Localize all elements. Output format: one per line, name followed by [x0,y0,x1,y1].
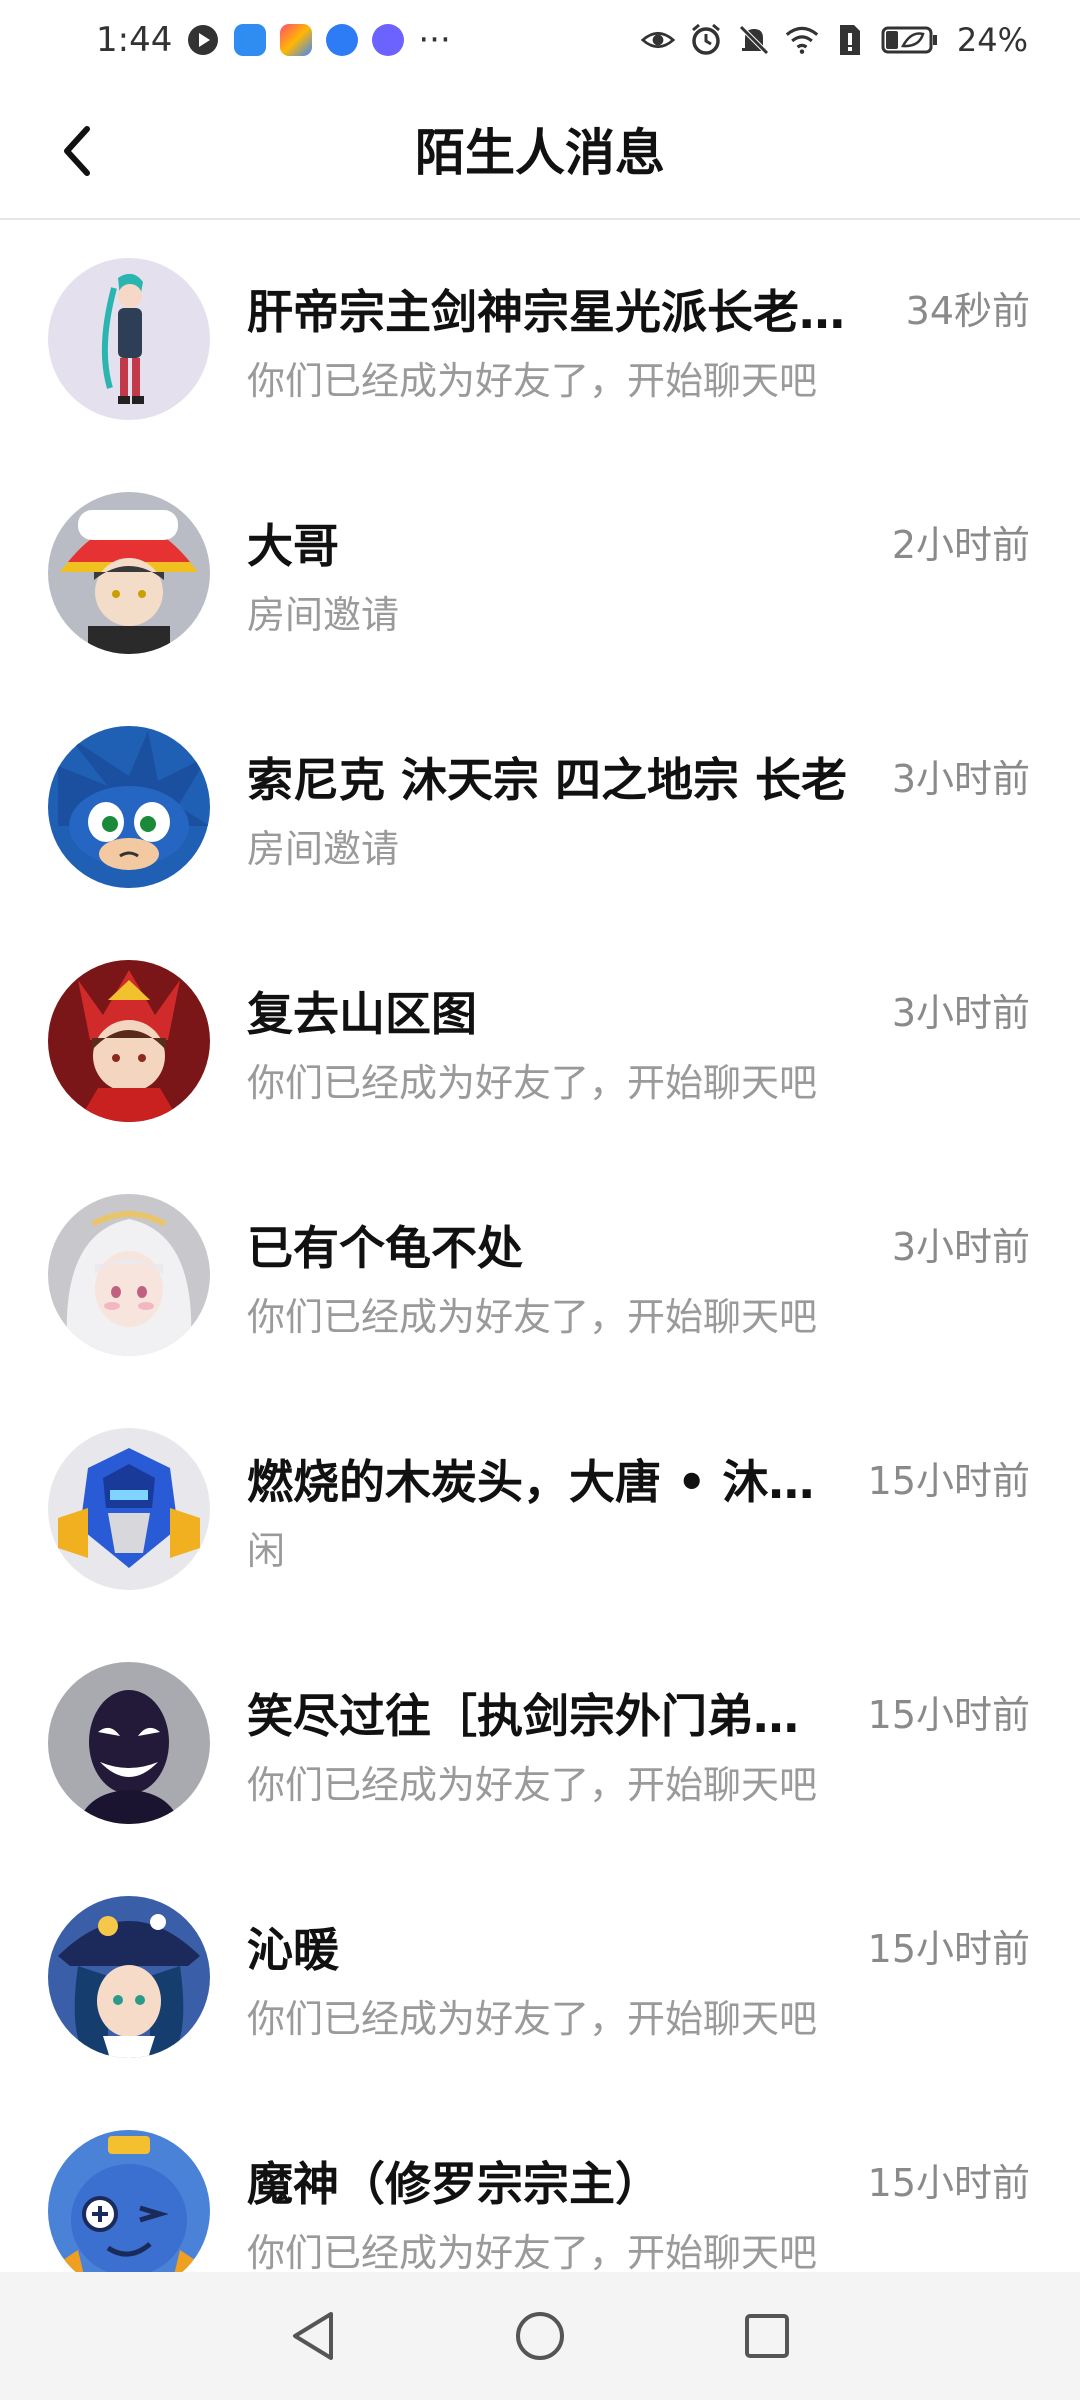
contact-name: 肝帝宗主剑神宗星光派长老… [247,285,845,339]
chevron-left-icon [64,126,90,176]
message-time: 15小时前 [867,2161,1030,2205]
nav-recents-button[interactable] [727,2296,807,2376]
contact-name: 复去山区图 [247,987,477,1041]
contact-name: 索尼克 沐天宗 四之地宗 长老 [247,753,848,807]
avatar [48,1896,210,2058]
alarm-icon [689,23,723,57]
message-time: 15小时前 [867,1693,1030,1737]
conversation-row[interactable]: 大哥 2小时前 房间邀请 [0,456,1080,690]
header-bar: 陌生人消息 [0,80,1080,220]
status-bar-left: 1:44 ··· [96,20,451,60]
conversation-row[interactable]: 燃烧的木炭头，大唐 • 沐… 15小时前 闲 [0,1392,1080,1626]
avatar [48,1662,210,1824]
system-nav-bar [0,2272,1080,2400]
nav-home-button[interactable] [500,2296,580,2376]
message-preview: 你们已经成为好友了，开始聊天吧 [247,1763,818,1807]
conversation-row[interactable]: 已有个龟不处 3小时前 你们已经成为好友了，开始聊天吧 [0,1158,1080,1392]
nav-back-button[interactable] [273,2296,353,2376]
back-button[interactable] [42,116,112,186]
browser-app-icon [326,24,359,56]
stranger-messages-screen: 1:44 ··· 24% 陌生人消息 肝帝宗主剑神宗星光派长老… 34秒前 你们… [0,0,1080,2400]
wifi-icon [785,23,819,57]
avatar [48,1194,210,1356]
message-time: 15小时前 [867,1459,1030,1503]
eye-icon [640,23,675,57]
avatar [48,1428,210,1590]
message-time: 34秒前 [905,289,1030,333]
message-preview: 你们已经成为好友了，开始聊天吧 [247,359,818,403]
mute-bell-icon [737,23,771,57]
sim-icon [833,23,867,57]
battery-percent: 24% [956,21,1028,59]
message-time: 3小时前 [891,757,1030,801]
more-notifications-icon: ··· [418,20,451,60]
conversation-row[interactable]: 复去山区图 3小时前 你们已经成为好友了，开始聊天吧 [0,924,1080,1158]
page-title: 陌生人消息 [415,124,665,182]
avatar [48,258,210,420]
message-time: 3小时前 [891,1225,1030,1269]
avatar [48,726,210,888]
colorful-app-icon [280,24,313,56]
triangle-back-icon [293,2312,334,2360]
battery-saver-icon [881,23,939,57]
square-recents-icon [744,2314,789,2358]
play-icon [186,23,220,57]
conversation-row[interactable]: 索尼克 沐天宗 四之地宗 长老 3小时前 房间邀请 [0,690,1080,924]
conversation-row[interactable]: 笑尽过往［执剑宗外门弟… 15小时前 你们已经成为好友了，开始聊天吧 [0,1626,1080,1860]
conversation-row[interactable]: 沁暖 15小时前 你们已经成为好友了，开始聊天吧 [0,1860,1080,2094]
contact-name: 沁暖 [247,1923,339,1977]
avatar [48,492,210,654]
message-preview: 房间邀请 [247,827,400,871]
message-time: 15小时前 [867,1927,1030,1971]
status-time: 1:44 [96,20,173,60]
contact-name: 魔神（修罗宗宗主） [247,2157,661,2211]
message-preview: 你们已经成为好友了，开始聊天吧 [247,1295,818,1339]
conversation-row[interactable]: 肝帝宗主剑神宗星光派长老… 34秒前 你们已经成为好友了，开始聊天吧 [0,222,1080,456]
message-preview: 闲 [247,1529,286,1573]
message-preview: 你们已经成为好友了，开始聊天吧 [247,1997,818,2041]
conversation-list: 肝帝宗主剑神宗星光派长老… 34秒前 你们已经成为好友了，开始聊天吧 大哥 2小… [0,222,1080,2328]
contact-name: 笑尽过往［执剑宗外门弟… [247,1689,799,1743]
avatar [48,2130,210,2292]
status-bar: 1:44 ··· 24% [0,0,1080,80]
status-bar-right: 24% [640,21,1028,59]
contact-name: 大哥 [247,519,339,573]
music-app-icon [372,24,405,56]
message-time: 2小时前 [891,523,1030,567]
message-preview: 你们已经成为好友了，开始聊天吧 [247,2231,818,2275]
message-time: 3小时前 [891,991,1030,1035]
avatar [48,960,210,1122]
message-preview: 你们已经成为好友了，开始聊天吧 [247,1061,818,1105]
contact-name: 燃烧的木炭头，大唐 • 沐… [247,1455,815,1509]
message-preview: 房间邀请 [247,593,400,637]
circle-home-icon [515,2312,564,2360]
cloud-app-icon [234,24,267,56]
contact-name: 已有个龟不处 [247,1221,523,1275]
